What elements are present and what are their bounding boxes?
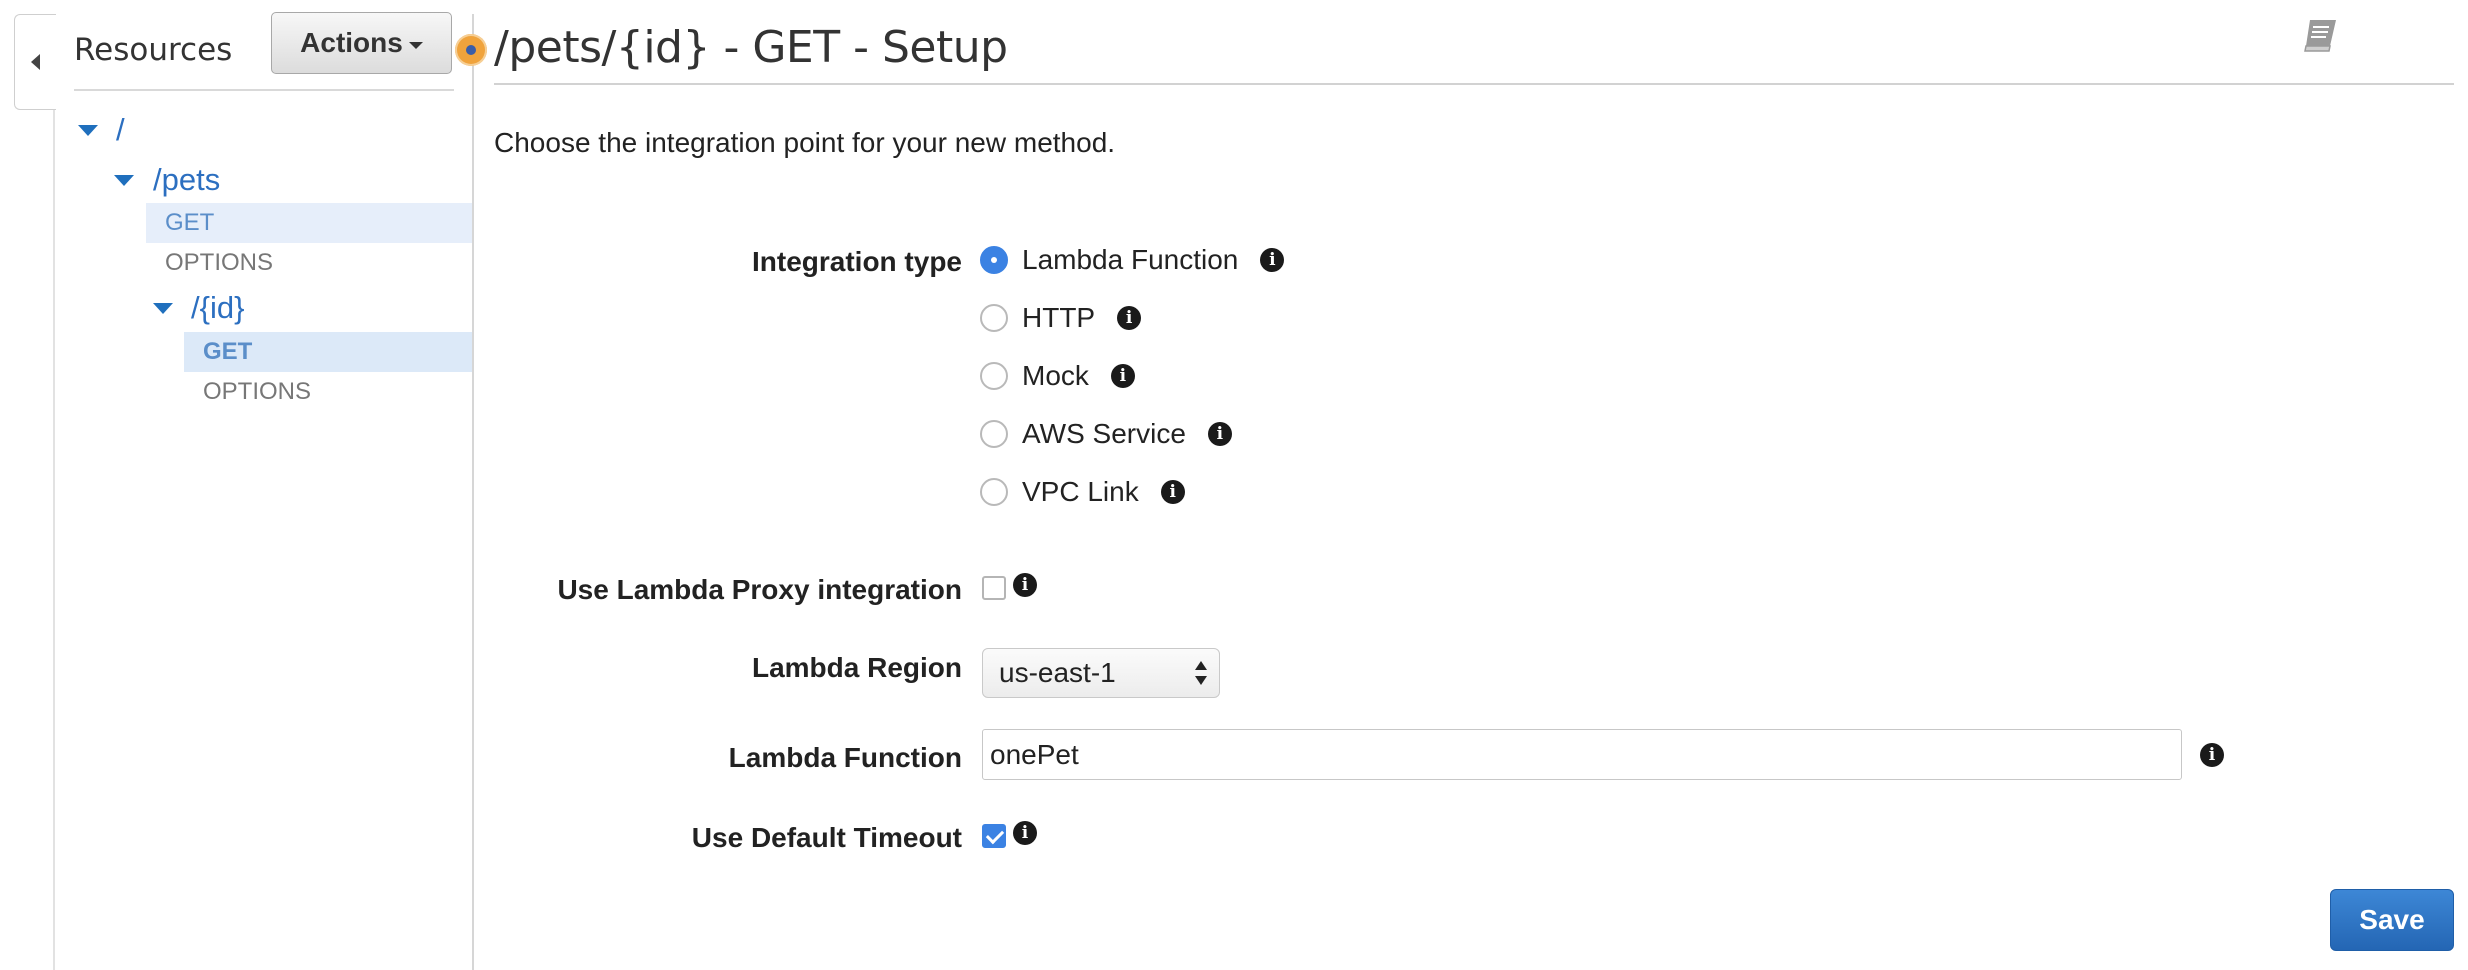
method-label: GET xyxy=(203,338,253,365)
radio-button[interactable] xyxy=(980,478,1008,506)
collapse-panel-button[interactable] xyxy=(14,14,56,110)
title-rule xyxy=(494,83,2454,85)
timeout-checkbox[interactable] xyxy=(982,824,1006,848)
tree-node-pets[interactable]: /pets xyxy=(153,162,220,198)
region-value: us-east-1 xyxy=(999,657,1116,688)
radio-option-http[interactable]: HTTP xyxy=(980,300,1142,336)
tree-node-id[interactable]: /{id} xyxy=(191,290,244,326)
tree-method-pets-options[interactable]: OPTIONS xyxy=(146,243,472,283)
radio-button[interactable] xyxy=(980,304,1008,332)
radio-option-aws-service[interactable]: AWS Service xyxy=(980,416,1232,452)
caret-down-icon xyxy=(408,41,423,49)
proxy-checkbox[interactable] xyxy=(982,576,1006,600)
info-icon[interactable] xyxy=(1160,480,1185,504)
radio-option-mock[interactable]: Mock xyxy=(980,358,1135,394)
function-input[interactable] xyxy=(982,729,2182,780)
region-select[interactable]: us-east-1 xyxy=(982,648,1220,698)
actions-button[interactable]: Actions xyxy=(271,12,452,74)
radio-label: VPC Link xyxy=(1022,476,1139,507)
info-icon[interactable] xyxy=(1110,364,1135,388)
tree-node-root[interactable]: / xyxy=(116,112,125,148)
radio-option-vpc-link[interactable]: VPC Link xyxy=(980,474,1185,510)
radio-button[interactable] xyxy=(980,420,1008,448)
radio-label: Mock xyxy=(1022,360,1089,391)
timeout-label: Use Default Timeout xyxy=(691,822,962,853)
function-label: Lambda Function xyxy=(728,742,962,773)
region-label: Lambda Region xyxy=(751,652,962,683)
tree-method-pets-get[interactable]: GET xyxy=(146,203,472,243)
intro-text: Choose the integration point for your ne… xyxy=(494,127,1116,158)
info-icon[interactable] xyxy=(1260,248,1285,272)
method-label: GET xyxy=(165,209,215,236)
info-icon[interactable] xyxy=(1207,422,1232,446)
proxy-label: Use Lambda Proxy integration xyxy=(557,574,962,605)
tree-expand-icon[interactable] xyxy=(153,303,173,314)
page-title: /pets/{id} - GET - Setup xyxy=(494,22,1008,73)
info-icon[interactable] xyxy=(2200,743,2224,767)
radio-button[interactable] xyxy=(980,246,1008,274)
tree-method-id-options[interactable]: OPTIONS xyxy=(184,372,472,412)
status-dot-icon xyxy=(455,34,487,66)
method-label: OPTIONS xyxy=(165,249,274,276)
method-label: OPTIONS xyxy=(203,378,312,405)
tree-expand-icon[interactable] xyxy=(78,125,98,136)
tree-method-id-get[interactable]: GET xyxy=(184,332,472,372)
radio-label: Lambda Function xyxy=(1022,244,1239,275)
info-icon[interactable] xyxy=(1117,306,1142,330)
select-arrows-icon xyxy=(1195,661,1209,685)
book-icon[interactable] xyxy=(2300,16,2340,56)
resources-title: Resources xyxy=(74,32,233,68)
radio-button[interactable] xyxy=(980,362,1008,390)
info-icon[interactable] xyxy=(1013,821,1037,845)
radio-option-lambda[interactable]: Lambda Function xyxy=(980,242,1285,278)
save-button[interactable]: Save xyxy=(2330,889,2454,951)
tree-expand-icon[interactable] xyxy=(114,175,134,186)
integration-type-label: Integration type xyxy=(751,246,962,277)
left-divider xyxy=(53,110,55,970)
info-icon[interactable] xyxy=(1013,573,1037,597)
radio-label: HTTP xyxy=(1022,302,1096,333)
radio-label: AWS Service xyxy=(1022,418,1186,449)
chevron-left-icon xyxy=(31,54,40,70)
actions-button-label: Actions xyxy=(300,27,403,58)
resources-rule xyxy=(74,89,454,91)
panel-divider xyxy=(472,14,474,970)
